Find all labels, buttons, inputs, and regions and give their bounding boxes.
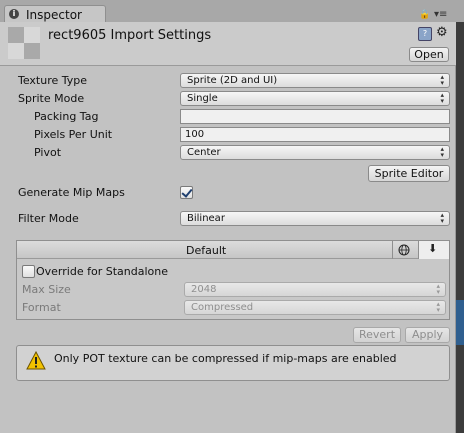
platform-tab-default-label: Default [186, 244, 227, 257]
override-checkbox[interactable] [22, 265, 35, 278]
revert-button[interactable]: Revert [353, 327, 401, 343]
packing-tag-field[interactable] [180, 109, 450, 124]
warning-icon [26, 351, 46, 370]
updown-arrow-icon: ▴ ▾ [436, 282, 440, 296]
pivot-dropdown[interactable]: Center ▴ ▾ [180, 145, 450, 160]
pivot-label: Pivot [34, 146, 62, 159]
updown-arrow-icon: ▴ ▾ [440, 211, 444, 225]
apply-button[interactable]: Apply [405, 327, 450, 343]
warning-text: Only POT texture can be compressed if mi… [54, 352, 397, 365]
max-size-label: Max Size [22, 283, 71, 296]
page-title: rect9605 Import Settings [48, 28, 212, 43]
globe-icon[interactable] [398, 244, 410, 256]
sprite-mode-value: Single [187, 93, 218, 104]
menu-icon[interactable]: ▾≡ [434, 9, 447, 20]
info-icon: i [9, 9, 19, 19]
open-button[interactable]: Open [409, 47, 449, 62]
lock-icon[interactable]: 🔒 [419, 10, 430, 20]
divider [392, 241, 393, 259]
filter-mode-dropdown[interactable]: Bilinear ▴ ▾ [180, 211, 450, 226]
texture-type-label: Texture Type [18, 74, 88, 87]
override-label: Override for Standalone [36, 265, 168, 278]
packing-tag-label: Packing Tag [34, 110, 99, 123]
format-value: Compressed [191, 302, 254, 313]
sprite-mode-label: Sprite Mode [18, 92, 85, 105]
updown-arrow-icon: ▴ ▾ [440, 145, 444, 159]
help-icon[interactable]: ? [418, 27, 432, 41]
max-size-dropdown[interactable]: 2048 ▴ ▾ [184, 282, 446, 297]
platform-tab-default[interactable] [17, 241, 449, 259]
texture-thumbnail [8, 27, 40, 59]
texture-type-dropdown[interactable]: Sprite (2D and UI) ▴ ▾ [180, 73, 450, 88]
max-size-value: 2048 [191, 284, 217, 295]
updown-arrow-icon: ▴ ▾ [436, 300, 440, 314]
tab-inspector-label: Inspector [26, 8, 82, 22]
texture-type-value: Sprite (2D and UI) [187, 75, 278, 86]
updown-arrow-icon: ▴ ▾ [440, 73, 444, 87]
updown-arrow-icon: ▴ ▾ [440, 91, 444, 105]
format-label: Format [22, 301, 61, 314]
right-edge-highlight [456, 300, 464, 345]
pixels-per-unit-field[interactable]: 100 [180, 127, 450, 142]
pivot-value: Center [187, 147, 221, 158]
generate-mip-maps-checkbox[interactable] [180, 186, 193, 199]
filter-mode-value: Bilinear [187, 213, 225, 224]
pixels-per-unit-label: Pixels Per Unit [34, 128, 113, 141]
gear-icon[interactable]: ⚙ [436, 25, 448, 40]
download-icon: ⬇ [428, 242, 438, 255]
generate-mip-maps-label: Generate Mip Maps [18, 186, 125, 199]
format-dropdown[interactable]: Compressed ▴ ▾ [184, 300, 446, 315]
right-edge [456, 22, 464, 433]
sprite-editor-button[interactable]: Sprite Editor [368, 165, 450, 182]
sprite-mode-dropdown[interactable]: Single ▴ ▾ [180, 91, 450, 106]
filter-mode-label: Filter Mode [18, 212, 79, 225]
